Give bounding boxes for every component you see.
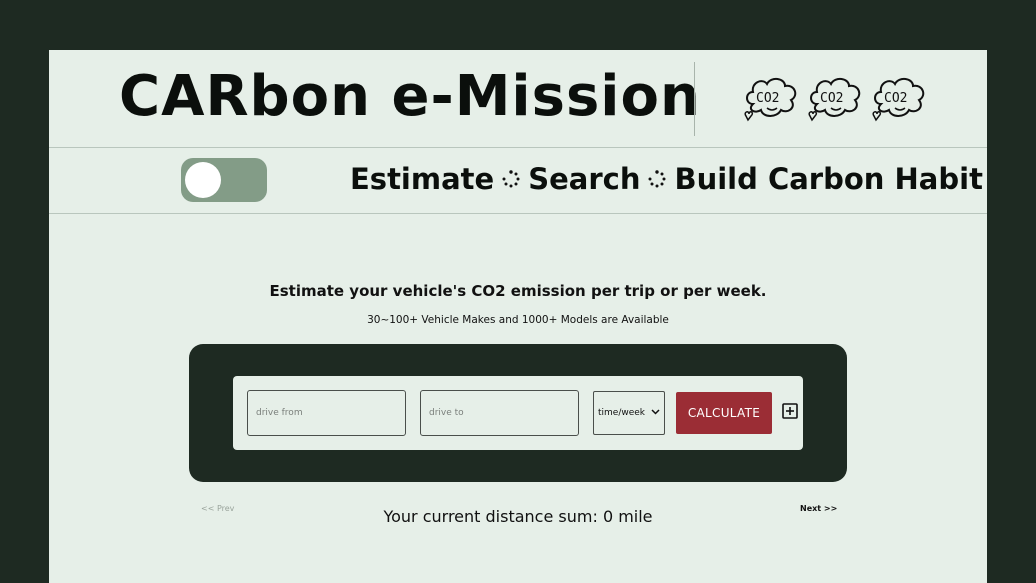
estimate-form-container: time/week CALCULATE xyxy=(189,344,847,482)
svg-text:CO2: CO2 xyxy=(756,91,779,106)
header-divider xyxy=(694,62,695,136)
dotted-circle-icon xyxy=(647,162,667,196)
toggle-knob xyxy=(185,162,221,198)
frequency-select-value: time/week xyxy=(598,408,646,418)
svg-text:CO2: CO2 xyxy=(820,91,843,106)
page-headline: Estimate your vehicle's CO2 emission per… xyxy=(269,282,767,300)
nav-link-estimate[interactable]: Estimate xyxy=(350,162,494,196)
co2-cloud-icon: CO2 xyxy=(743,74,801,126)
nav-links: Estimate Search Build Carbon Habit xyxy=(350,162,983,196)
co2-cloud-icon: CO2 xyxy=(871,74,929,126)
page-subline: 30~100+ Vehicle Makes and 1000+ Models a… xyxy=(367,314,669,326)
app-title: CARbon e-Mission xyxy=(119,64,701,129)
frequency-select[interactable]: time/week xyxy=(593,391,665,435)
drive-to-input[interactable] xyxy=(420,390,579,436)
nav-link-search[interactable]: Search xyxy=(528,162,640,196)
co2-cloud-icon: CO2 xyxy=(807,74,865,126)
nav-link-build-carbon-habit[interactable]: Build Carbon Habit xyxy=(674,162,982,196)
svg-text:CO2: CO2 xyxy=(884,91,907,106)
dotted-circle-icon xyxy=(501,162,521,196)
add-route-plus-icon[interactable] xyxy=(782,403,798,419)
estimate-form: time/week CALCULATE xyxy=(233,376,803,450)
calculate-button[interactable]: CALCULATE xyxy=(676,392,772,434)
drive-from-input[interactable] xyxy=(247,390,406,436)
distance-sum-text: Your current distance sum: 0 mile xyxy=(383,507,653,526)
header: CARbon e-Mission CO2 CO2 CO2 xyxy=(49,50,987,148)
main-page: CARbon e-Mission CO2 CO2 CO2 Estimate Se… xyxy=(49,50,987,583)
co2-cloud-icons: CO2 CO2 CO2 xyxy=(743,74,929,126)
theme-toggle[interactable] xyxy=(181,158,267,202)
chevron-down-icon xyxy=(651,408,660,418)
navbar: Estimate Search Build Carbon Habit xyxy=(49,148,987,214)
